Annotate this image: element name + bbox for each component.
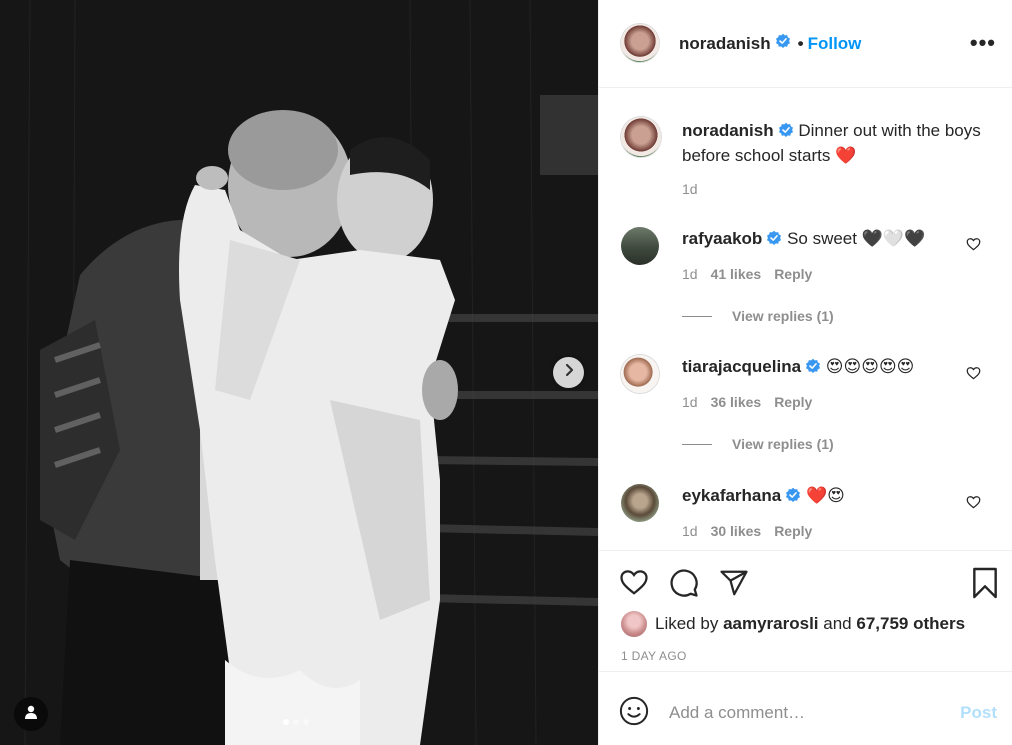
caption-emoji: ❤️ <box>835 146 857 165</box>
heart-icon[interactable] <box>619 568 649 601</box>
post-side-panel: noradanish • Follow ••• noradanish Dinne… <box>598 0 1012 745</box>
add-comment-bar: Add a comment… Post <box>599 673 1012 745</box>
comment-body: So sweet <box>787 229 857 248</box>
next-photo-button[interactable] <box>553 357 584 388</box>
carousel-dot <box>303 719 309 725</box>
comment-time[interactable]: 1d <box>682 523 698 539</box>
tagged-users-button[interactable] <box>14 697 48 731</box>
comment-meta: 1d 30 likes Reply <box>682 523 812 539</box>
header-username[interactable]: noradanish <box>679 34 771 54</box>
comment-username[interactable]: eykafarhana <box>682 486 781 505</box>
comment-time[interactable]: 1d <box>682 394 698 410</box>
comment-like-icon[interactable] <box>966 495 981 514</box>
caption-time[interactable]: 1d <box>682 181 698 197</box>
replies-divider <box>682 315 712 317</box>
avatar[interactable] <box>621 117 661 157</box>
comments-list: noradanish Dinner out with the boys befo… <box>599 89 1012 551</box>
view-replies-label: View replies (1) <box>732 436 834 452</box>
comment-username[interactable]: rafyaakob <box>682 229 762 248</box>
view-replies-button[interactable]: View replies (1) <box>682 308 834 324</box>
comment-like-icon[interactable] <box>966 237 981 256</box>
reply-button[interactable]: Reply <box>774 266 812 282</box>
caption-username[interactable]: noradanish <box>682 121 774 140</box>
likes-middle: and <box>823 614 852 633</box>
share-icon[interactable] <box>719 568 749 603</box>
header-user: noradanish • Follow <box>679 33 861 54</box>
verified-badge-icon <box>775 33 791 54</box>
post-header: noradanish • Follow ••• <box>599 0 1012 88</box>
caption-meta: 1d <box>682 181 698 197</box>
post-actions: Liked by aamyrarosli and 67,759 others 1… <box>599 552 1012 672</box>
verified-badge-icon <box>778 121 794 144</box>
comment-meta: 1d 41 likes Reply <box>682 266 812 282</box>
smiley-icon[interactable] <box>619 696 649 731</box>
comment-like-icon[interactable] <box>966 366 981 385</box>
comment-username[interactable]: tiarajacquelina <box>682 357 801 376</box>
user-tag-icon <box>23 704 39 725</box>
comment-likes[interactable]: 30 likes <box>711 523 762 539</box>
view-replies-button[interactable]: View replies (1) <box>682 436 834 452</box>
comment-emoji: 😍😍😍😍😍 <box>825 357 915 376</box>
reply-button[interactable]: Reply <box>774 394 812 410</box>
liker-avatar[interactable] <box>621 611 647 637</box>
photo-scene <box>0 0 598 745</box>
verified-badge-icon <box>805 357 821 380</box>
replies-divider <box>682 443 712 445</box>
carousel-indicator <box>283 719 309 725</box>
reply-button[interactable]: Reply <box>774 523 812 539</box>
comment-text: tiarajacquelina 😍😍😍😍😍 <box>682 355 982 380</box>
likes-summary: Liked by aamyrarosli and 67,759 others <box>621 611 965 637</box>
verified-badge-icon <box>785 486 801 509</box>
comment-emoji: ❤️😍 <box>805 486 845 505</box>
comment-likes[interactable]: 41 likes <box>711 266 762 282</box>
post-photo[interactable] <box>0 0 598 745</box>
comment-time[interactable]: 1d <box>682 266 698 282</box>
caption-text: noradanish Dinner out with the boys befo… <box>682 119 982 167</box>
header-separator: • <box>797 33 804 53</box>
more-options-icon[interactable]: ••• <box>970 30 996 56</box>
liker-username[interactable]: aamyrarosli <box>723 614 818 634</box>
carousel-dot <box>293 719 299 725</box>
post-timestamp[interactable]: 1 DAY AGO <box>621 649 687 663</box>
comment-input[interactable]: Add a comment… <box>669 703 805 723</box>
comment-icon[interactable] <box>669 568 699 603</box>
comment-text: eykafarhana ❤️😍 <box>682 484 982 509</box>
comment-text: rafyaakob So sweet 🖤🤍🖤 <box>682 227 982 252</box>
avatar[interactable] <box>621 484 659 522</box>
avatar[interactable] <box>621 227 659 265</box>
likes-prefix: Liked by <box>655 614 719 633</box>
bookmark-icon[interactable] <box>971 567 999 604</box>
avatar[interactable] <box>621 24 659 62</box>
view-replies-label: View replies (1) <box>732 308 834 324</box>
chevron-right-icon <box>562 363 576 382</box>
post-comment-button[interactable]: Post <box>960 703 997 723</box>
carousel-dot <box>283 719 289 725</box>
avatar[interactable] <box>621 355 659 393</box>
comment-meta: 1d 36 likes Reply <box>682 394 812 410</box>
likes-others[interactable]: 67,759 others <box>856 614 965 634</box>
verified-badge-icon <box>766 229 782 252</box>
follow-button[interactable]: Follow <box>808 34 862 54</box>
comment-emoji: 🖤🤍🖤 <box>861 229 926 248</box>
comment-likes[interactable]: 36 likes <box>711 394 762 410</box>
